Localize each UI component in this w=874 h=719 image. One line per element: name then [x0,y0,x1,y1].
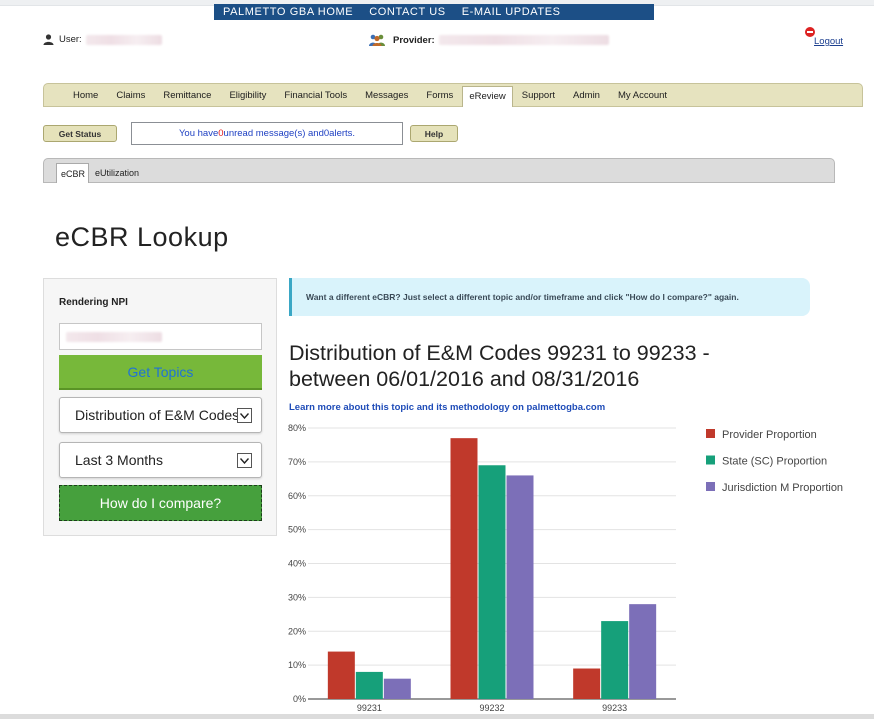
x-tick-label: 99232 [479,703,504,713]
bar-99233-series-2 [629,604,657,699]
user-label: User: [59,34,82,45]
lookup-form-panel: Rendering NPI Get Topics Distribution of… [43,278,277,536]
npi-value-redacted [66,331,162,342]
provider-group-icon [369,34,385,46]
y-tick-label: 50% [288,525,306,535]
get-status-button[interactable]: Get Status [43,125,117,142]
bar-99233-series-1 [601,621,629,699]
bar-99232-series-0 [450,438,478,699]
bar-99232-series-1 [478,465,506,699]
y-tick-label: 30% [288,592,306,602]
legend-swatch [706,429,715,438]
bar-99231-series-2 [383,678,411,699]
info-banner: Want a different eCBR? Just select a dif… [289,278,810,316]
message-mid: unread message(s) and [223,128,324,139]
legend-label: Jurisdiction M Proportion [722,482,843,494]
y-tick-label: 0% [293,694,306,704]
tab-ecbr[interactable]: eCBR [56,163,90,183]
nav-admin[interactable]: Admin [564,90,609,106]
y-tick-label: 40% [288,559,306,569]
legend-swatch [706,455,715,465]
top-navigation: PALMETTO GBA HOME CONTACT US E-MAIL UPDA… [214,4,654,20]
nav-claims[interactable]: Claims [107,90,154,106]
nav-eligibility[interactable]: Eligibility [220,90,275,106]
logout-area: Logout [805,27,850,51]
message-suffix: alerts. [329,128,356,139]
timeframe-select[interactable]: Last 3 Months [59,442,262,478]
y-tick-label: 60% [288,491,306,501]
nav-ereview[interactable]: eReview [462,86,513,107]
nav-support[interactable]: Support [513,90,564,106]
bar-99233-series-0 [573,668,601,699]
topic-select[interactable]: Distribution of E&M Codes [59,397,262,433]
topnav-home-link[interactable]: PALMETTO GBA HOME [223,6,353,18]
rendering-npi-input[interactable] [59,323,262,350]
provider-info: Provider: [368,34,609,46]
provider-name-redacted [438,35,609,45]
user-name-redacted [85,34,162,45]
report-title: Distribution of E&M Codes 99231 to 99233… [289,341,710,391]
page-title: eCBR Lookup [55,222,229,252]
provider-label: Provider: [393,34,435,46]
tab-eutilization[interactable]: eUtilization [89,168,145,182]
topic-select-value: Distribution of E&M Codes [75,407,240,423]
y-tick-label: 70% [288,457,306,467]
how-do-i-compare-button[interactable]: How do I compare? [59,485,262,521]
message-status-box: You have 0 unread message(s) and 0 alert… [131,122,403,145]
nav-my-account[interactable]: My Account [609,90,676,106]
get-topics-button[interactable]: Get Topics [59,355,262,390]
app-window: PALMETTO GBA HOME CONTACT US E-MAIL UPDA… [0,0,874,719]
rendering-npi-label: Rendering NPI [59,297,128,308]
chevron-down-icon [237,453,252,468]
logout-link[interactable]: Logout [814,36,843,47]
nav-financial-tools[interactable]: Financial Tools [275,90,356,106]
y-tick-label: 20% [288,626,306,636]
sub-navigation: eCBR eUtilization [43,158,835,183]
help-button[interactable]: Help [410,125,458,142]
legend-label: Provider Proportion [722,429,817,441]
info-banner-text: Want a different eCBR? Just select a dif… [306,292,739,302]
y-tick-label: 10% [288,660,306,670]
legend-swatch [706,482,715,491]
x-tick-label: 99233 [602,703,627,713]
bar-99231-series-1 [355,671,383,699]
user-info: User: [43,34,162,45]
bar-99232-series-2 [506,475,534,699]
y-tick-label: 80% [288,423,306,433]
learn-more-link[interactable]: Learn more about this topic and its meth… [289,402,605,413]
topnav-email-updates-link[interactable]: E-MAIL UPDATES [462,6,561,18]
main-navigation: Home Claims Remittance Eligibility Finan… [43,83,863,107]
nav-remittance[interactable]: Remittance [154,90,220,106]
topnav-contact-link[interactable]: CONTACT US [369,6,446,18]
distribution-bar-chart: 0% 10% 20% 30% 40% 50% 60% 70% 80% 99231 99232 9923… [288,423,843,713]
bottom-stripe [0,714,874,719]
nav-home[interactable]: Home [64,90,107,106]
user-icon [43,34,54,45]
chevron-down-icon [237,408,252,423]
x-tick-label: 99231 [357,703,382,713]
nav-forms[interactable]: Forms [417,90,462,106]
legend-label: State (SC) Proportion [722,456,827,468]
timeframe-select-value: Last 3 Months [75,452,163,468]
nav-messages[interactable]: Messages [356,90,417,106]
message-prefix: You have [178,128,219,139]
bar-99231-series-0 [327,651,355,699]
